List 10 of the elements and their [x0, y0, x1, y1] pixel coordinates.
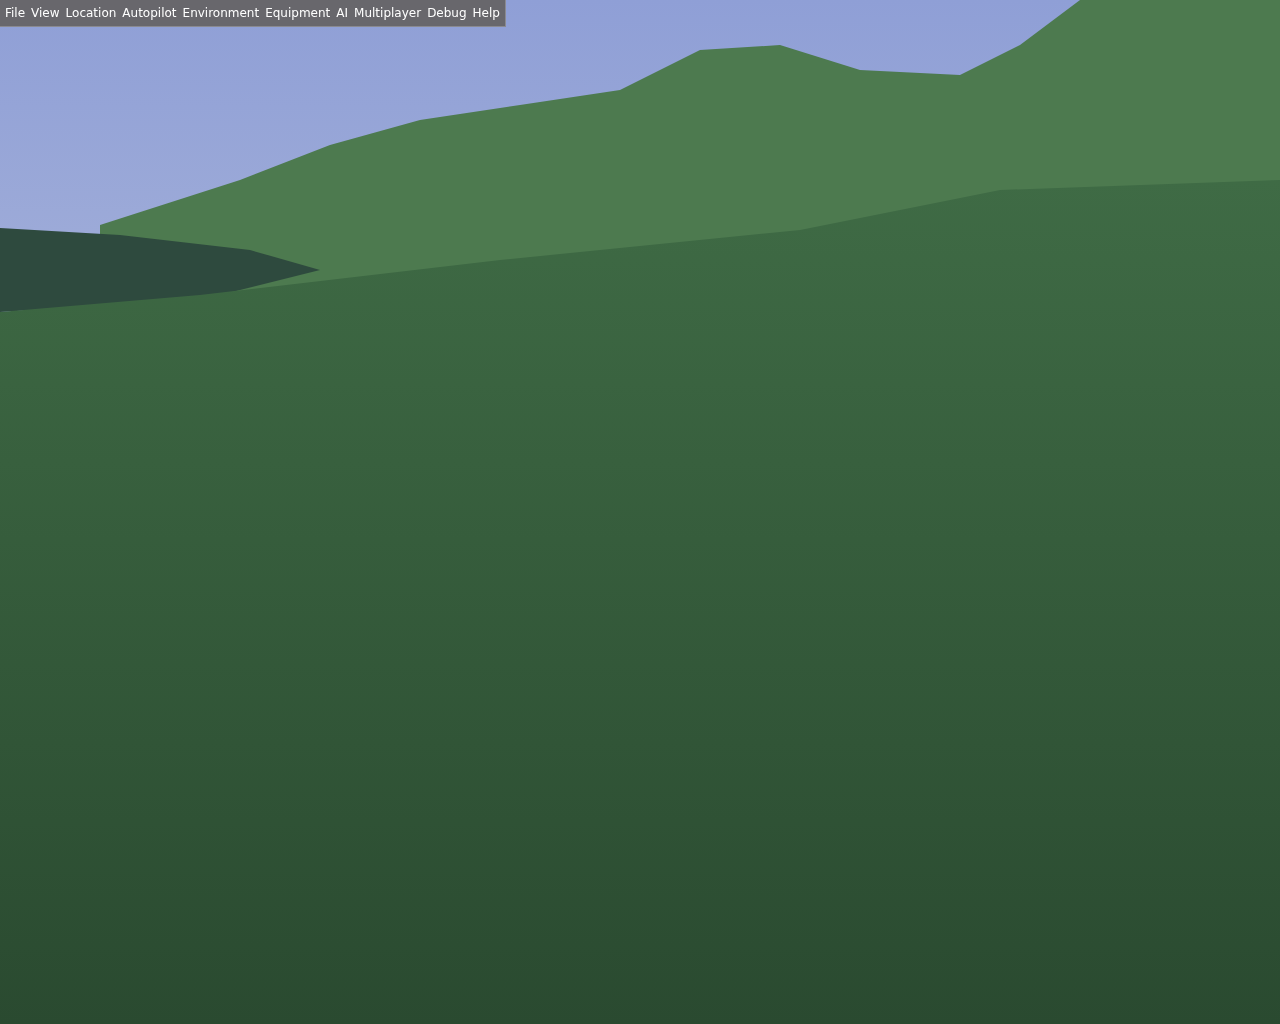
menu-item[interactable]: Equipment: [262, 0, 334, 27]
menu-item[interactable]: Location: [62, 0, 120, 27]
menu-item[interactable]: Environment: [179, 0, 263, 27]
menu-item[interactable]: Help: [469, 0, 503, 27]
menu-item[interactable]: Debug: [424, 0, 470, 27]
menu-item[interactable]: File: [2, 0, 29, 27]
menu-item[interactable]: AI: [333, 0, 352, 27]
menu-item[interactable]: View: [28, 0, 63, 27]
menu-item[interactable]: Autopilot: [119, 0, 180, 27]
menu-item[interactable]: Multiplayer: [351, 0, 425, 27]
